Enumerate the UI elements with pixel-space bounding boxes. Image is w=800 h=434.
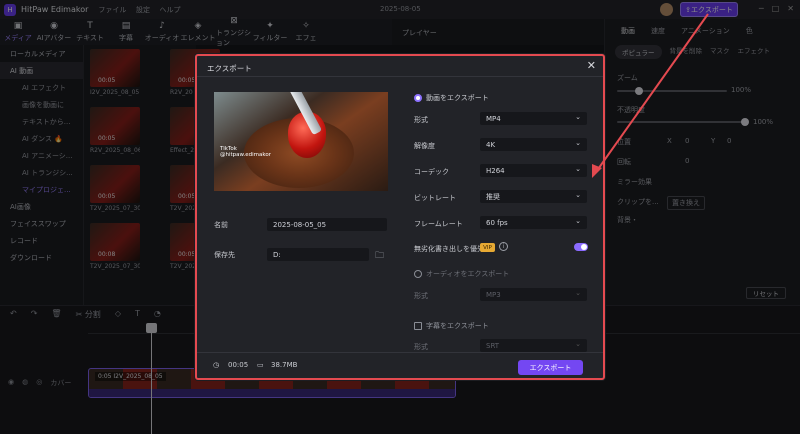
name-input[interactable]: 2025-08-05_05 <box>267 218 387 231</box>
bitrate-select[interactable]: 推奨 ⌄ <box>480 190 587 203</box>
framerate-label: フレームレート <box>414 220 463 228</box>
tiktok-watermark: TikTok @hitpaw.edimakor <box>220 146 272 158</box>
export-preview: TikTok @hitpaw.edimakor <box>214 92 388 191</box>
resolution-label: 解像度 <box>414 142 435 150</box>
format-label: 形式 <box>414 116 428 124</box>
audio-format-select[interactable]: MP3 ⌄ <box>480 288 587 301</box>
dialog-divider <box>197 76 603 77</box>
export-audio-radio[interactable] <box>414 270 422 278</box>
codec-label: コーデック <box>414 168 449 176</box>
resolution-select[interactable]: 4K ⌄ <box>480 138 587 151</box>
duration-value: 00:05 <box>228 361 249 369</box>
chevron-down-icon: ⌄ <box>575 289 581 297</box>
save-location-label: 保存先 <box>214 251 235 259</box>
file-size-icon: ▭ <box>257 361 264 369</box>
bitrate-label: ビットレート <box>414 194 456 202</box>
format-select[interactable]: MP4 ⌄ <box>480 112 587 125</box>
vip-badge: VIP <box>480 243 495 252</box>
lossless-label: 無劣化書き出しを優先 <box>414 245 484 253</box>
subtitle-format-select[interactable]: SRT ⌄ <box>480 339 587 352</box>
chevron-down-icon: ⌄ <box>575 340 581 348</box>
export-video-label: 動画をエクスポート <box>426 94 489 102</box>
editor-window: H HitPaw Edimakor ファイル 設定 ヘルプ 2025-08-05… <box>0 0 800 434</box>
folder-icon[interactable]: 🗀 <box>375 248 384 264</box>
export-subtitle-label: 字幕をエクスポート <box>426 322 489 330</box>
export-subtitle-checkbox[interactable] <box>414 322 422 330</box>
subtitle-format-label: 形式 <box>414 343 428 351</box>
export-button[interactable]: エクスポート <box>518 360 583 375</box>
chevron-down-icon: ⌄ <box>575 139 581 147</box>
info-icon[interactable]: i <box>499 242 508 251</box>
dialog-title: エクスポート <box>207 64 252 73</box>
audio-format-label: 形式 <box>414 292 428 300</box>
codec-select[interactable]: H264 ⌄ <box>480 164 587 177</box>
save-location-input[interactable]: D: <box>267 248 369 261</box>
chevron-down-icon: ⌄ <box>575 191 581 199</box>
dialog-close-icon[interactable]: ✕ <box>587 59 596 72</box>
chevron-down-icon: ⌄ <box>575 217 581 225</box>
file-size-value: 38.7MB <box>271 361 298 369</box>
framerate-select[interactable]: 60 fps ⌄ <box>480 216 587 229</box>
export-dialog: エクスポート ✕ TikTok @hitpaw.edimakor 名前 2025… <box>195 54 605 380</box>
chevron-down-icon: ⌄ <box>575 165 581 173</box>
lossless-toggle[interactable] <box>574 243 588 251</box>
export-video-radio[interactable] <box>414 94 422 102</box>
export-audio-label: オーディオをエクスポート <box>426 270 510 278</box>
name-label: 名前 <box>214 221 228 229</box>
chevron-down-icon: ⌄ <box>575 113 581 121</box>
clock-icon: ◷ <box>213 361 220 369</box>
